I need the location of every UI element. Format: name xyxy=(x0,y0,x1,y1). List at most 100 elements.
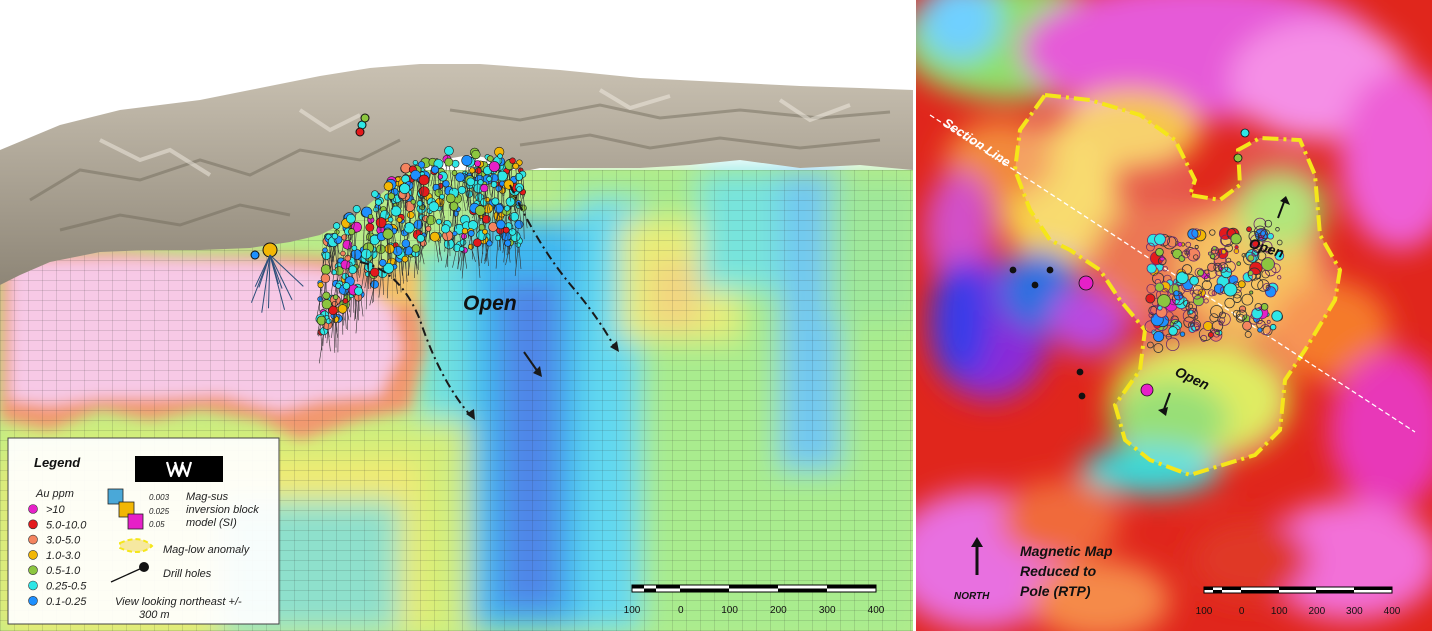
drill-assay-marker xyxy=(342,282,351,290)
drill-assay-marker xyxy=(466,177,475,187)
drill-assay-marker xyxy=(370,280,379,289)
drill-assay-marker xyxy=(250,250,260,260)
drill-collar xyxy=(1242,320,1252,331)
drill-assay-marker xyxy=(495,185,502,192)
drill-assay-marker xyxy=(399,183,411,194)
drill-assay-marker xyxy=(461,155,473,167)
drill-collar xyxy=(1240,128,1250,138)
drill-assay-marker xyxy=(411,244,421,253)
scale-tick-label: 100 xyxy=(624,605,641,616)
drill-collar xyxy=(1271,310,1283,322)
drill-assay-marker xyxy=(509,157,516,164)
drill-collar xyxy=(1223,282,1238,297)
legend: Legend Au ppm >10 5.0-10.0 3.0-5.0 1.0-3.0 0… xyxy=(7,437,280,625)
drill-assay-marker xyxy=(412,159,419,166)
company-logo xyxy=(135,456,223,482)
au-class-label: 0.5-1.0 xyxy=(46,565,81,577)
scale-tick-label: 300 xyxy=(819,605,836,616)
map-title-line-3: Pole (RTP) xyxy=(1020,583,1091,599)
drill-collar xyxy=(1257,327,1263,333)
magnetic-map-panel: Section Line Open Open NORTH Magnetic Ma… xyxy=(916,0,1432,631)
drill-assay-marker xyxy=(335,282,342,289)
drill-assay-marker xyxy=(469,167,476,174)
drill-assay-marker xyxy=(504,239,512,247)
drill-collar xyxy=(1009,266,1017,274)
drill-assay-marker xyxy=(457,186,467,195)
drill-assay-marker xyxy=(401,239,411,248)
drill-assay-marker xyxy=(355,127,365,137)
drill-assay-marker xyxy=(379,259,387,267)
au-class-marker xyxy=(28,504,38,514)
drill-collar xyxy=(1140,383,1154,397)
au-class-marker xyxy=(28,519,38,530)
drill-collar xyxy=(1203,321,1213,331)
drill-assay-marker xyxy=(325,318,332,325)
drill-assay-marker xyxy=(444,157,454,167)
open-label-section: Open xyxy=(463,292,517,315)
drill-assay-marker xyxy=(352,205,361,213)
drill-assay-marker xyxy=(383,181,394,191)
scale-tick-label: 100 xyxy=(1271,606,1288,617)
drill-assay-marker xyxy=(452,230,458,237)
drill-assay-marker xyxy=(473,238,482,247)
drill-assay-marker xyxy=(360,113,370,123)
map-title-line-1: Magnetic Map xyxy=(1020,543,1113,559)
drill-collar xyxy=(1237,280,1246,289)
drill-assay-marker xyxy=(502,226,510,234)
drill-collar xyxy=(1154,282,1165,292)
drill-assay-marker xyxy=(488,161,500,173)
au-class-marker xyxy=(28,534,38,545)
drill-assay-marker xyxy=(392,246,403,256)
au-class-marker xyxy=(28,580,38,591)
drill-assay-marker xyxy=(477,179,484,186)
drill-assay-marker xyxy=(439,194,445,200)
drill-assay-marker xyxy=(459,246,465,252)
drill-assay-marker xyxy=(471,149,481,160)
drill-collar xyxy=(1247,254,1255,262)
drill-assay-marker xyxy=(486,240,493,247)
drill-assay-marker xyxy=(322,247,328,253)
drill-collar xyxy=(1177,241,1183,247)
drill-assay-marker xyxy=(461,227,469,235)
drill-collar xyxy=(1249,290,1254,295)
drill-hole-swatch-collar xyxy=(139,562,149,572)
drill-assay-marker xyxy=(331,233,339,240)
drill-assay-marker xyxy=(340,259,351,270)
drill-assay-marker xyxy=(460,233,467,240)
drill-collar xyxy=(1154,233,1166,246)
au-class-marker xyxy=(28,565,38,576)
drill-collar xyxy=(1046,266,1054,274)
drill-collar xyxy=(1173,290,1180,297)
au-class-label: 0.1-0.25 xyxy=(46,596,87,608)
au-class-marker xyxy=(28,550,38,560)
drill-assay-marker xyxy=(387,216,394,223)
scale-tick-label: 400 xyxy=(868,605,885,616)
drill-assay-marker xyxy=(348,228,356,236)
drill-assay-marker xyxy=(351,245,358,251)
au-class-marker xyxy=(28,595,38,606)
scale-tick-label: 0 xyxy=(1239,606,1245,617)
drill-assay-marker xyxy=(504,205,511,212)
section-view-panel: Open 100 0 100 200 300 400 Legend Au ppm >10 5… xyxy=(0,0,913,631)
drill-assay-marker xyxy=(480,184,489,193)
drill-assay-marker xyxy=(396,216,403,223)
drill-collar xyxy=(1207,331,1214,338)
drill-assay-marker xyxy=(442,180,450,188)
drill-collar xyxy=(1076,368,1084,376)
magsus-label-2: inversion block xyxy=(186,504,259,516)
drill-assay-marker xyxy=(474,205,486,216)
drill-assay-marker xyxy=(445,193,456,204)
scale-tick-label: 200 xyxy=(1308,606,1325,617)
drill-holes-label: Drill holes xyxy=(163,568,212,580)
drill-assay-marker xyxy=(497,153,503,159)
au-class-label: >10 xyxy=(46,504,66,516)
view-note-line-1: View looking northeast +/- xyxy=(115,596,242,608)
drill-collar xyxy=(1168,326,1178,336)
drill-assay-marker xyxy=(320,273,331,284)
scale-tick-label: 100 xyxy=(1196,606,1213,617)
drill-assay-marker xyxy=(474,160,481,167)
drill-assay-marker xyxy=(333,222,341,230)
drill-collar xyxy=(1267,232,1274,240)
drill-assay-marker xyxy=(407,211,415,219)
drill-collar xyxy=(1264,286,1277,298)
